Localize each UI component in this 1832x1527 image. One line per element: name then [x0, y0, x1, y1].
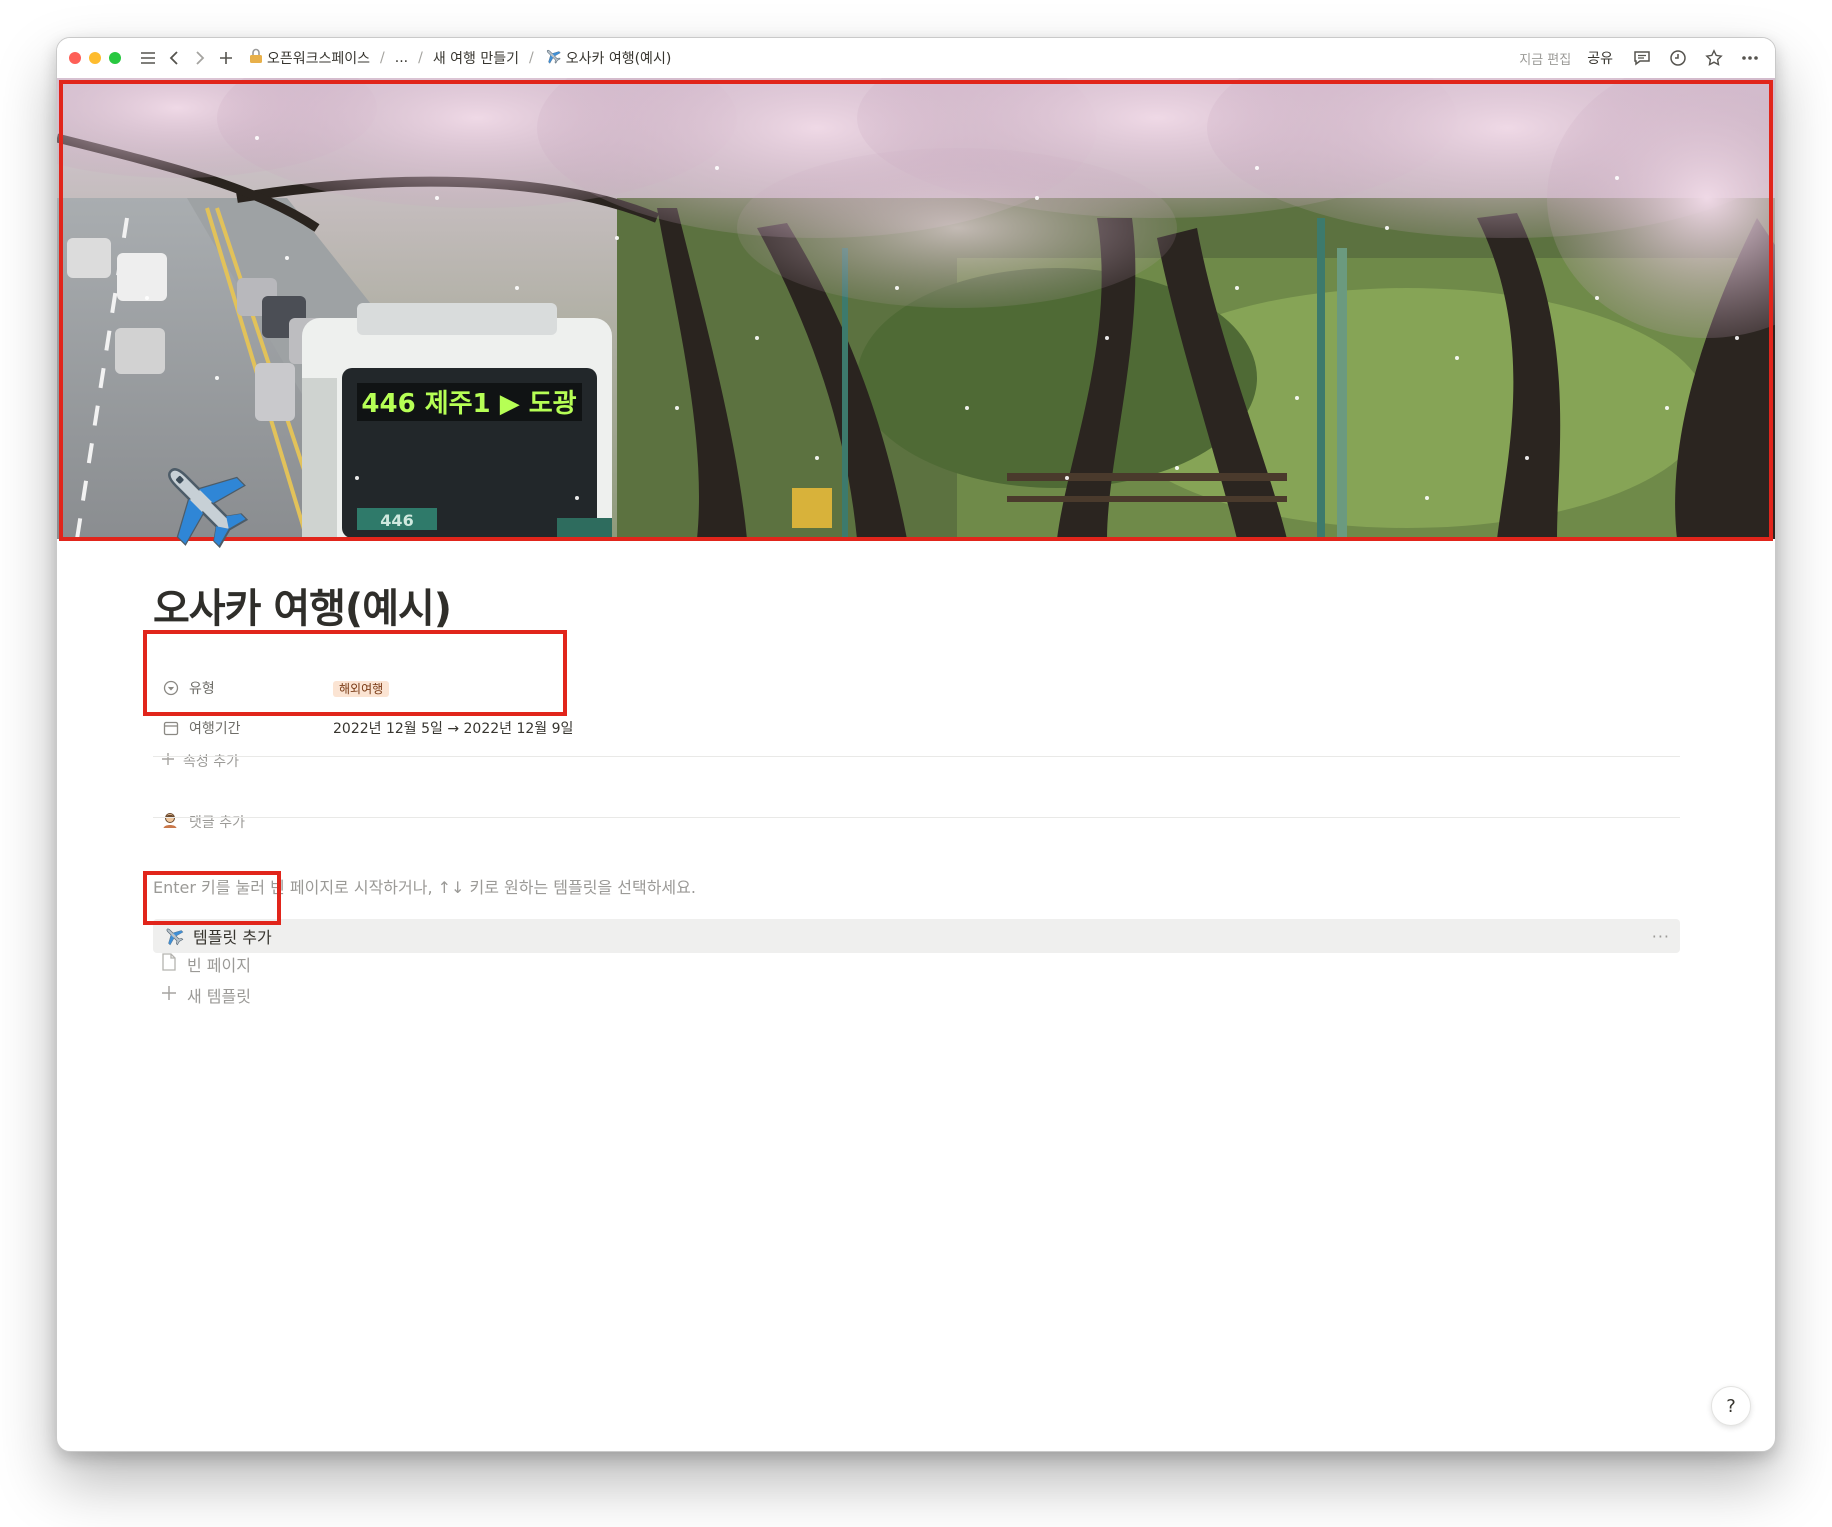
lock-icon	[249, 48, 263, 68]
history-icon[interactable]	[1665, 45, 1691, 71]
select-icon	[161, 678, 181, 698]
window-controls	[69, 52, 121, 64]
property-date-value[interactable]: 2022년 12월 5일 → 2022년 12월 9일	[333, 718, 573, 738]
property-name: 여행기간	[189, 721, 241, 737]
property-row-date[interactable]: 여행기간 2022년 12월 5일 → 2022년 12월 9일	[161, 714, 573, 742]
breadcrumb-separator: /	[418, 50, 423, 66]
cover-image[interactable]: 446 제주1 ▶ 도광 446	[57, 78, 1775, 539]
divider	[153, 756, 1680, 757]
airplane-icon	[163, 925, 185, 947]
template-option-new[interactable]: 새 템플릿	[161, 983, 251, 1007]
share-button[interactable]: 공유	[1581, 46, 1619, 70]
edited-status: 지금 편집	[1519, 52, 1572, 68]
app-window: 오픈워크스페이스 / ... / 새 여행 만들기 / 오사카 여행(예시) 지…	[56, 37, 1776, 1452]
title-bar: 오픈워크스페이스 / ... / 새 여행 만들기 / 오사카 여행(예시) 지…	[57, 38, 1775, 78]
template-more-icon[interactable]: ···	[1652, 927, 1670, 946]
minimize-window-button[interactable]	[89, 52, 101, 64]
breadcrumb: 오픈워크스페이스 / ... / 새 여행 만들기 / 오사카 여행(예시)	[245, 45, 675, 71]
favorite-star-icon[interactable]	[1701, 45, 1727, 71]
calendar-icon	[161, 718, 181, 738]
breadcrumb-separator: /	[529, 50, 534, 66]
new-page-icon[interactable]	[213, 45, 239, 71]
breadcrumb-item-workspace[interactable]: 오픈워크스페이스	[245, 46, 374, 70]
plus-icon	[161, 752, 175, 770]
breadcrumb-separator: /	[380, 50, 385, 66]
zoom-window-button[interactable]	[109, 52, 121, 64]
template-option-blank[interactable]: 빈 페이지	[161, 952, 251, 976]
breadcrumb-item-new-trip[interactable]: 새 여행 만들기	[429, 46, 523, 70]
property-name: 유형	[189, 681, 215, 697]
property-row-type[interactable]: 유형 해외여행	[161, 674, 390, 702]
titlebar-actions: 지금 편집 공유	[1519, 45, 1763, 71]
breadcrumb-item-current[interactable]: 오사카 여행(예시)	[540, 45, 676, 71]
comment-icon[interactable]	[1629, 45, 1655, 71]
bus-plate-number: 446	[380, 511, 413, 530]
breadcrumb-item-ellipsis[interactable]: ...	[391, 48, 412, 68]
sidebar-menu-icon[interactable]	[135, 45, 161, 71]
close-window-button[interactable]	[69, 52, 81, 64]
page-icon	[161, 953, 177, 975]
more-options-icon[interactable]	[1737, 45, 1763, 71]
page-airplane-icon[interactable]	[153, 453, 253, 553]
template-option-label: 템플릿 추가	[193, 928, 272, 947]
back-icon[interactable]	[161, 45, 187, 71]
avatar	[161, 811, 179, 833]
add-comment-button[interactable]: 댓글 추가	[161, 811, 245, 833]
template-option-selected[interactable]: 템플릿 추가 ···	[153, 919, 1680, 953]
properties-highlight-box	[143, 630, 567, 716]
property-tag[interactable]: 해외여행	[333, 680, 390, 697]
help-button[interactable]: ?	[1711, 1386, 1751, 1426]
airplane-icon	[544, 47, 562, 69]
add-property-button[interactable]: 속성 추가	[161, 751, 239, 771]
template-hint: Enter 키를 눌러 빈 페이지로 시작하거나, ↑↓ 키로 원하는 템플릿을…	[153, 878, 696, 897]
forward-icon[interactable]	[187, 45, 213, 71]
plus-icon	[161, 985, 177, 1005]
bus-destination-sign: 446 제주1 ▶ 도광	[361, 389, 576, 419]
page-title[interactable]: 오사카 여행(예시)	[153, 576, 452, 634]
divider	[153, 817, 1680, 818]
